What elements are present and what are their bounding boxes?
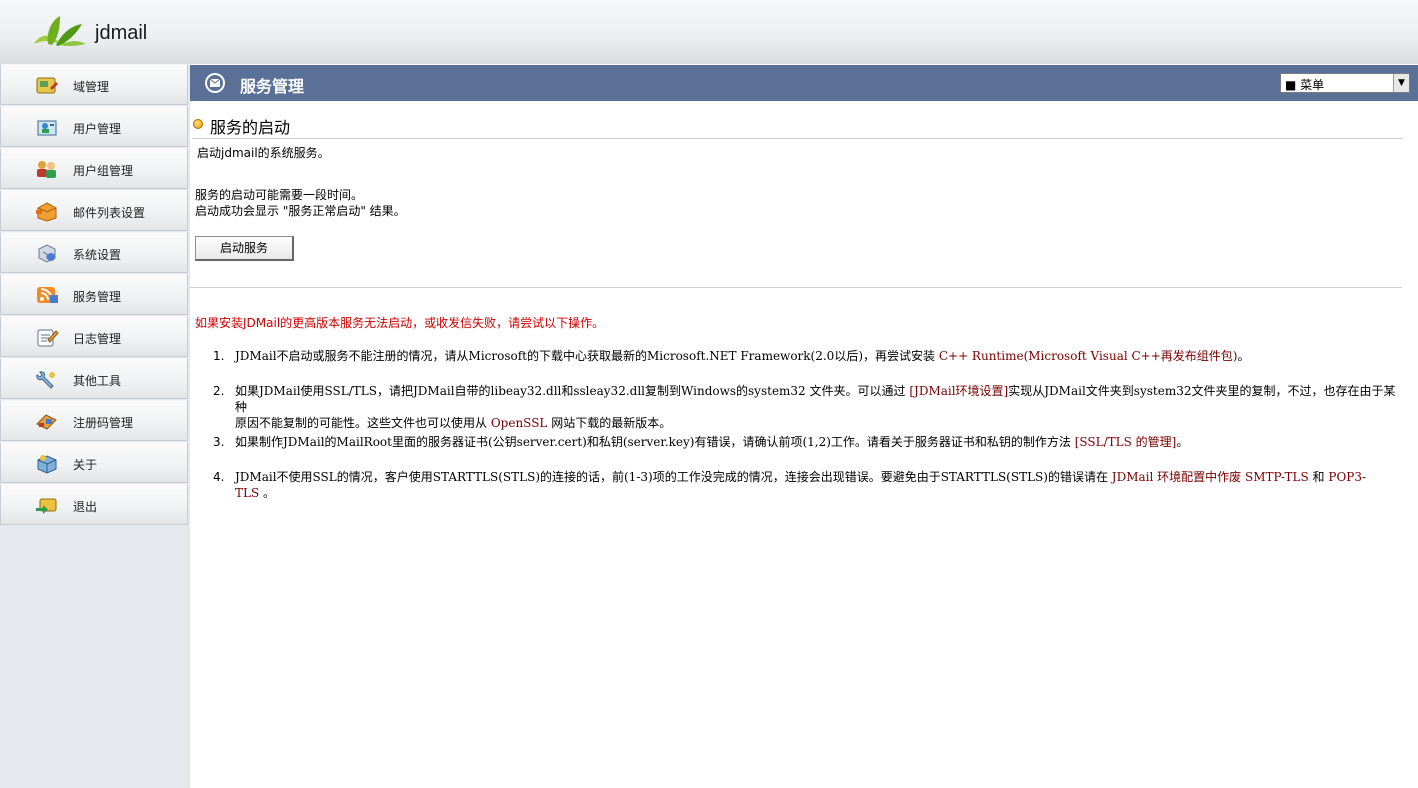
service-icon — [37, 287, 58, 303]
step-text-part: 。 — [259, 486, 276, 500]
user-group-icon — [37, 161, 56, 178]
step-text-part: 网站下载的最新版本。 — [547, 416, 672, 430]
sidebar-item-logs[interactable]: 日志管理 — [0, 316, 188, 357]
system-settings-icon — [38, 244, 56, 263]
logout-icon — [36, 498, 57, 514]
top-header: jdmail — [0, 0, 1418, 64]
menu-select[interactable]: ■ 菜单 ▼ — [1280, 73, 1410, 93]
sidebar-item-tools[interactable]: 其他工具 — [0, 358, 188, 399]
mail-circle-icon — [205, 73, 225, 93]
section-title: 服务的启动 — [210, 118, 291, 137]
about-icon — [37, 455, 57, 474]
start-service-button[interactable]: 启动服务 — [195, 236, 294, 261]
note-text: 服务的启动可能需要一段时间。 — [195, 188, 364, 202]
sidebar-item-label: 域管理 — [73, 80, 110, 94]
sidebar-item-label: 用户管理 — [73, 122, 122, 136]
leaf-logo-icon — [34, 16, 86, 47]
ssl-tls-link[interactable]: [SSL/TLS 的管理] — [1075, 435, 1177, 449]
domain-icon — [36, 77, 58, 94]
divider — [192, 138, 1402, 139]
divider — [190, 287, 1402, 288]
step-text: 如果JDMail使用SSL/TLS，请把JDMail自带的libeay32.dl… — [235, 383, 1402, 431]
note-text: 启动成功会显示 "服务正常启动" 结果。 — [195, 204, 406, 218]
step-text-part: JDMail不启动或服务不能注册的情况，请从Microsoft的下载中心获取最新… — [235, 349, 939, 363]
sidebar-item-label: 服务管理 — [73, 290, 122, 304]
sidebar-item-logout[interactable]: 退出 — [0, 484, 188, 525]
env-config-link[interactable]: JDMail 环境配置中作废 — [1112, 470, 1241, 484]
content-header: 服务管理 ■ 菜单 ▼ — [190, 65, 1418, 101]
step-text: JDMail不使用SSL的情况，客户使用STARTTLS(STLS)的连接的话，… — [235, 469, 1402, 501]
sidebar-item-label: 用户组管理 — [73, 164, 134, 178]
chevron-down-icon[interactable]: ▼ — [1393, 74, 1409, 92]
sidebar-item-label: 邮件列表设置 — [73, 206, 146, 220]
sidebar-item-system-settings[interactable]: 系统设置 — [0, 232, 188, 273]
step-number: 4. — [213, 470, 225, 484]
sidebar: 域管理 用户管理 用户组管理 邮件列表设置 系统设置 服务管理 日志管理 其他工… — [0, 64, 190, 788]
sidebar-item-mail-list[interactable]: 邮件列表设置 — [0, 190, 188, 231]
pop3-tls-link[interactable]: POP3- — [1328, 470, 1366, 484]
step-text: 如果制作JDMail的MailRoot里面的服务器证书(公钥server.cer… — [235, 434, 1402, 450]
step-number: 2. — [213, 384, 225, 398]
step-text-part: 如果JDMail使用SSL/TLS，请把JDMail自带的libeay32.dl… — [235, 384, 910, 398]
step-text: JDMail不启动或服务不能注册的情况，请从Microsoft的下载中心获取最新… — [235, 348, 1402, 364]
smtp-tls-link[interactable]: SMTP-TLS — [1245, 470, 1309, 484]
step-text-part: 。 — [1237, 349, 1250, 363]
sidebar-item-users[interactable]: 用户管理 — [0, 106, 188, 147]
runtime-link[interactable]: C++ Runtime(Microsoft Visual C++再发布组件包) — [939, 349, 1238, 363]
sidebar-item-label: 日志管理 — [73, 332, 122, 346]
sidebar-item-about[interactable]: 关于 — [0, 442, 188, 483]
step-text-part: 和 — [1308, 470, 1329, 484]
step-text-part: 。 — [1176, 435, 1189, 449]
sidebar-item-label: 关于 — [73, 458, 98, 472]
license-icon — [36, 414, 57, 430]
pop3-tls-link[interactable]: TLS — [235, 486, 259, 500]
sidebar-item-label: 注册码管理 — [73, 416, 134, 430]
user-icon — [37, 120, 57, 136]
openssl-link[interactable]: OpenSSL — [491, 416, 548, 430]
mail-list-icon — [36, 202, 57, 222]
menu-select-value: ■ 菜单 — [1285, 78, 1325, 92]
tools-icon — [36, 371, 55, 389]
step-number: 3. — [213, 435, 225, 449]
sidebar-item-user-groups[interactable]: 用户组管理 — [0, 148, 188, 189]
bullet-icon — [193, 119, 203, 129]
brand-name: jdmail — [95, 22, 148, 44]
sidebar-item-domain[interactable]: 域管理 — [0, 64, 188, 105]
step-text-part: JDMail不使用SSL的情况，客户使用STARTTLS(STLS)的连接的话，… — [235, 470, 1112, 484]
sidebar-item-license[interactable]: 注册码管理 — [0, 400, 188, 441]
intro-text: 启动jdmail的系统服务。 — [197, 146, 330, 160]
sidebar-item-label: 系统设置 — [73, 248, 122, 262]
sidebar-item-label: 其他工具 — [73, 374, 122, 388]
sidebar-item-service[interactable]: 服务管理 — [0, 274, 188, 315]
step-number: 1. — [213, 349, 225, 363]
step-text-part: 如果制作JDMail的MailRoot里面的服务器证书(公钥server.cer… — [235, 435, 1075, 449]
sidebar-item-label: 退出 — [73, 500, 98, 514]
env-settings-link[interactable]: [JDMail环境设置] — [909, 384, 1008, 398]
step-text-part: 原因不能复制的可能性。这些文件也可以使用从 — [235, 416, 491, 430]
page-title: 服务管理 — [240, 77, 305, 96]
warning-text: 如果安装JDMail的更高版本服务无法启动，或收发信失败，请尝试以下操作。 — [195, 316, 605, 330]
log-icon — [37, 329, 59, 347]
